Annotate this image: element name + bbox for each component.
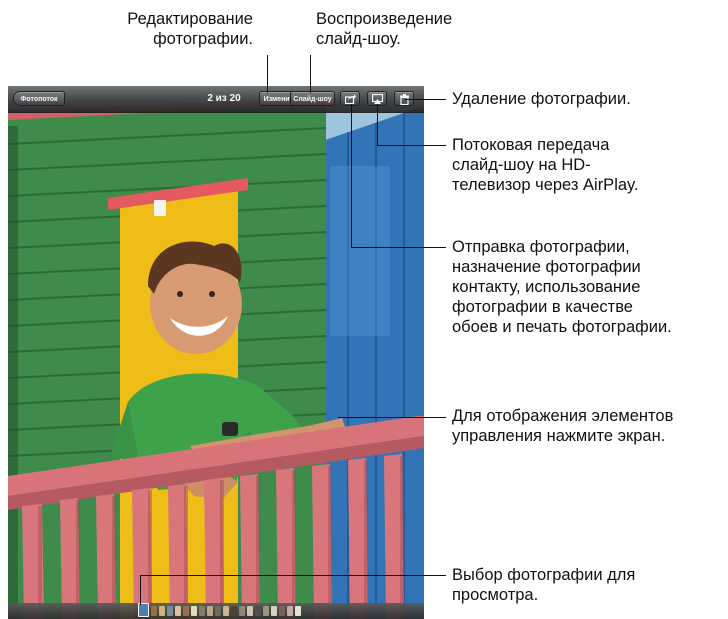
thumbnail[interactable]	[159, 606, 165, 616]
callout-edit-line: фотографии.	[153, 30, 253, 48]
callout-tap-line: управления нажмите экран.	[452, 427, 666, 445]
thumbnail[interactable]	[191, 606, 197, 616]
leader-line-select-h	[140, 575, 446, 576]
callout-share-line: назначение фотографии	[452, 258, 641, 276]
leader-line-edit	[267, 55, 268, 93]
thumbnail[interactable]	[263, 606, 269, 616]
thumbnail[interactable]	[151, 606, 157, 616]
callout-tap-line: Для отображения элементов	[452, 407, 674, 425]
thumbnail[interactable]	[279, 606, 285, 616]
share-icon	[345, 94, 356, 104]
thumbnail[interactable]	[183, 606, 189, 616]
callout-airplay: Потоковая передача слайд-шоу на HD- теле…	[452, 135, 639, 195]
ipad-screen: Фотопоток 2 из 20 Изменить Слайд-шоу	[8, 86, 424, 619]
thumbnail[interactable]	[231, 606, 237, 616]
callout-select-line: Выбор фотографии для	[452, 566, 636, 584]
leader-line-slideshow	[310, 55, 311, 93]
thumbnail[interactable]	[175, 606, 181, 616]
photostream-back-button[interactable]: Фотопоток	[13, 91, 65, 106]
share-button[interactable]	[340, 91, 360, 106]
thumbnail-strip[interactable]	[126, 603, 326, 617]
callout-tap-screen: Для отображения элементов управления наж…	[452, 406, 673, 446]
callout-share: Отправка фотографии, назначение фотограф…	[452, 237, 672, 337]
leader-line-airplay-h	[377, 145, 446, 146]
slideshow-button[interactable]: Слайд-шоу	[290, 91, 335, 106]
photo-viewer-image[interactable]	[8, 86, 424, 619]
thumbnail[interactable]	[287, 606, 293, 616]
thumbnail[interactable]	[167, 606, 173, 616]
callout-airplay-line: Потоковая передача	[452, 136, 610, 154]
callout-select-line: просмотра.	[452, 586, 539, 604]
callout-slideshow-line: Воспроизведение	[316, 10, 453, 28]
callout-airplay-line: слайд-шоу на HD-	[452, 156, 591, 174]
thumbnail[interactable]	[271, 606, 277, 616]
callout-slideshow-line: слайд-шоу.	[316, 30, 401, 48]
airplay-icon	[372, 94, 383, 104]
leader-line-airplay-v	[377, 104, 378, 145]
thumbnail[interactable]	[247, 606, 253, 616]
thumbnail[interactable]	[207, 606, 213, 616]
callout-edit-line: Редактирование	[127, 10, 253, 28]
thumbnail[interactable]	[215, 606, 221, 616]
thumbnail-scrubber-bar	[8, 603, 424, 619]
thumbnail[interactable]	[239, 606, 245, 616]
callout-airplay-line: телевизор через AirPlay.	[452, 176, 639, 194]
callout-share-line: обоев и печать фотографии.	[452, 318, 672, 336]
leader-line-delete	[405, 99, 446, 100]
callout-delete: Удаление фотографии.	[452, 89, 631, 109]
leader-line-select-v	[140, 575, 141, 605]
thumbnail[interactable]	[223, 606, 229, 616]
photo-toolbar: Фотопоток 2 из 20 Изменить Слайд-шоу	[8, 86, 424, 113]
callout-select-photo: Выбор фотографии для просмотра.	[452, 565, 635, 605]
callout-share-line: Отправка фотографии,	[452, 238, 630, 256]
thumbnail[interactable]	[199, 606, 205, 616]
thumbnail[interactable]	[295, 606, 301, 616]
callout-delete-line: Удаление фотографии.	[452, 90, 631, 108]
selected-thumbnail[interactable]	[138, 603, 149, 617]
leader-line-share-v	[351, 104, 352, 247]
callout-share-line: контакту, использование	[452, 278, 641, 296]
thumbnail[interactable]	[255, 606, 261, 616]
leader-line-tap	[338, 417, 446, 418]
leader-line-share-h	[351, 247, 446, 248]
callout-slideshow: Воспроизведение слайд-шоу.	[316, 9, 452, 49]
photo-counter: 2 из 20	[207, 93, 241, 104]
callout-edit: Редактирование фотографии.	[127, 9, 253, 49]
callout-share-line: фотографии в качестве	[452, 298, 633, 316]
